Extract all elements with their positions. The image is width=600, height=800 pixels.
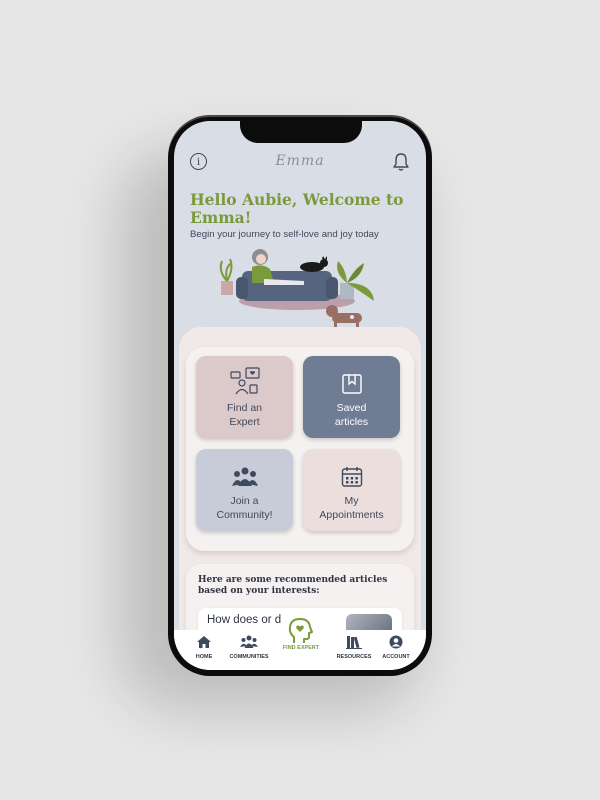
welcome-heading: Hello Aubie, Welcome to Emma!	[190, 190, 404, 227]
phone-frame: i Emma Hello Aubie, Welcome to Emma! Beg…	[168, 115, 432, 676]
app-logo: Emma	[275, 153, 325, 169]
app-screen: i Emma Hello Aubie, Welcome to Emma! Beg…	[174, 121, 426, 670]
tile-label-line1: My	[344, 495, 359, 507]
nav-resources[interactable]: RESOURCES	[330, 635, 378, 660]
my-appointments-tile[interactable]: My Appointments	[303, 449, 400, 531]
welcome-subtitle: Begin your journey to self-love and joy …	[190, 229, 379, 240]
phone-notch	[240, 121, 362, 143]
nav-account-label: ACCOUNT	[382, 654, 410, 660]
tile-label-line2: Expert	[229, 416, 260, 428]
nav-home[interactable]: HOME	[180, 635, 228, 660]
head-heart-icon	[288, 618, 313, 643]
tile-label-line1: Find an	[226, 402, 263, 414]
article-title: How does or d	[207, 614, 282, 626]
tile-label-line1: Join a	[230, 495, 259, 507]
nav-find-expert[interactable]: FIND EXPERT	[277, 612, 325, 656]
nav-communities[interactable]: COMMUNITIES	[225, 635, 273, 660]
calendar-icon	[341, 467, 362, 487]
nav-account[interactable]: ACCOUNT	[372, 635, 420, 660]
nav-find-expert-label: FIND EXPERT	[282, 645, 320, 651]
community-icon	[231, 467, 258, 486]
find-expert-tile[interactable]: Find an Expert	[196, 356, 293, 438]
join-community-tile[interactable]: Join a Community!	[196, 449, 293, 531]
tile-label-line1: Saved	[336, 402, 367, 414]
nav-resources-label: RESOURCES	[336, 654, 372, 660]
books-icon	[346, 636, 362, 649]
recommended-heading: Here are some recommended articles based…	[198, 575, 408, 597]
tile-label-line2: articles	[334, 416, 369, 428]
bookmark-icon	[341, 374, 362, 394]
top-bar: i Emma	[174, 149, 426, 179]
nav-home-label: HOME	[195, 654, 213, 660]
bell-icon[interactable]	[392, 152, 410, 172]
recommended-heading-line2: based on your interests:	[198, 586, 320, 596]
saved-articles-tile[interactable]: Saved articles	[303, 356, 400, 438]
account-icon	[389, 635, 403, 649]
communities-icon	[240, 635, 258, 648]
tile-label-line2: Appointments	[319, 509, 384, 521]
home-icon	[197, 636, 211, 648]
expert-network-icon	[229, 367, 260, 395]
tile-label-line2: Community!	[216, 509, 273, 521]
recommended-heading-line1: Here are some recommended articles	[198, 575, 388, 585]
nav-communities-label: COMMUNITIES	[229, 654, 269, 660]
